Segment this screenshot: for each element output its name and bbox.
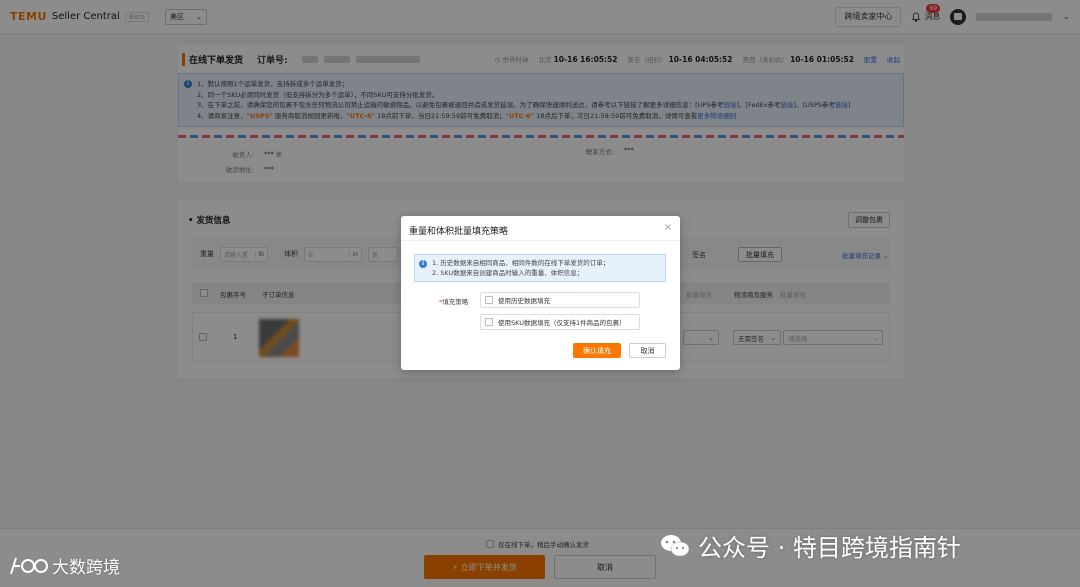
option-sku-data[interactable]: 使用SKU数据填充（仅支持1件商品的包裹） <box>480 314 640 330</box>
watermark-right: 公众号 · 特目跨境指南针 <box>660 528 961 563</box>
dialog-info-line-2: 2. SKU数据来自创建商品时输入的重量、体积信息； <box>432 268 584 277</box>
wechat-icon <box>661 534 690 556</box>
watermark-left: 大数跨境 <box>8 553 120 578</box>
watermark-logo-icon <box>10 557 48 574</box>
confirm-fill-button[interactable]: 确认填充 <box>573 343 621 358</box>
strategy-label: *填充策略 <box>439 298 469 306</box>
dialog-title: 重量和体积批量填充策略 <box>409 227 509 237</box>
option-history-checkbox[interactable] <box>485 296 493 304</box>
option-sku-checkbox[interactable] <box>485 318 493 326</box>
batch-fill-strategy-dialog: 重量和体积批量填充策略 × i 1. 历史数据来自相同商品、相同件数的在线下单发… <box>401 216 680 370</box>
option-history-data[interactable]: 使用历史数据填充 <box>480 292 640 308</box>
dialog-cancel-button[interactable]: 取消 <box>629 343 666 358</box>
dialog-info-banner: i 1. 历史数据来自相同商品、相同件数的在线下单发货的订单； 2. SKU数据… <box>414 254 666 282</box>
info-icon: i <box>419 260 427 268</box>
dialog-divider <box>401 240 680 241</box>
close-icon[interactable]: × <box>664 222 672 233</box>
dialog-info-line-1: 1. 历史数据来自相同商品、相同件数的在线下单发货的订单； <box>432 259 610 267</box>
